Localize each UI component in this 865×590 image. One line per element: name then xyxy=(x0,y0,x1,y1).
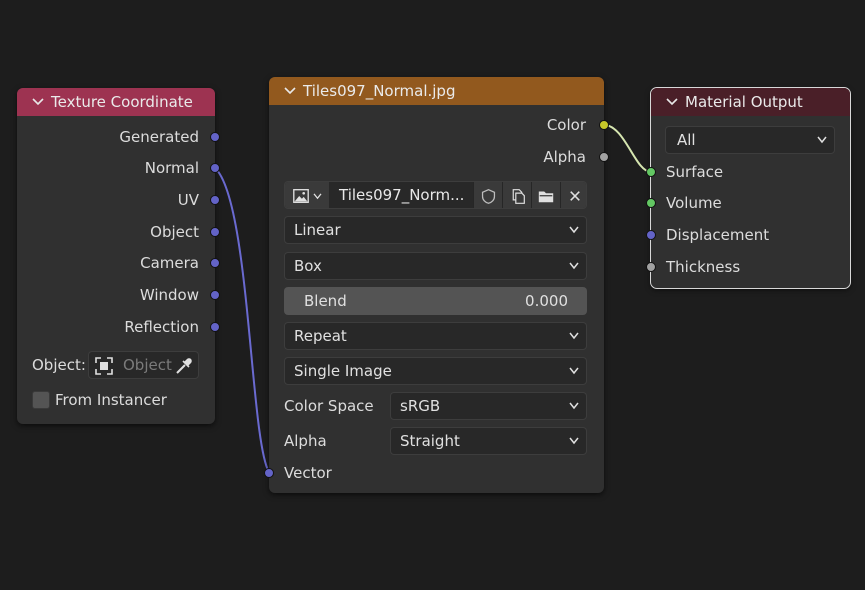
collapse-chevron-icon[interactable] xyxy=(665,97,679,107)
browse-image-button[interactable] xyxy=(285,182,329,208)
chevron-down-icon xyxy=(569,332,579,340)
link-color-to-surface xyxy=(603,124,652,173)
material-output-node[interactable]: Material Output All Surface Volume Displ… xyxy=(646,87,851,289)
texture-coordinate-header[interactable]: Texture Coordinate xyxy=(17,88,215,116)
unlink-image-button[interactable] xyxy=(560,182,586,208)
image-icon xyxy=(293,189,309,203)
output-camera-label: Camera xyxy=(140,254,199,272)
extension-value: Repeat xyxy=(294,327,347,345)
alpha-mode-label: Alpha xyxy=(284,432,327,450)
object-selector-icon xyxy=(95,357,113,375)
source-dropdown[interactable]: Single Image xyxy=(284,357,587,385)
input-surface-socket[interactable] xyxy=(646,167,656,177)
node-title: Material Output xyxy=(685,93,803,111)
output-color-socket[interactable] xyxy=(599,120,609,130)
input-displacement-label: Displacement xyxy=(666,226,770,244)
chevron-down-icon xyxy=(313,192,322,199)
image-selector[interactable]: Tiles097_Norm... xyxy=(284,181,587,209)
input-volume-socket[interactable] xyxy=(646,198,656,208)
eyedropper-icon[interactable] xyxy=(173,356,193,376)
input-thickness-socket[interactable] xyxy=(646,262,656,272)
duplicate-icon xyxy=(512,188,525,204)
output-window-label: Window xyxy=(139,286,199,304)
image-name[interactable]: Tiles097_Norm... xyxy=(339,182,464,208)
from-instancer-label: From Instancer xyxy=(55,391,167,409)
collapse-chevron-icon[interactable] xyxy=(283,86,297,96)
input-volume-label: Volume xyxy=(666,194,722,212)
source-value: Single Image xyxy=(294,362,392,380)
color-space-dropdown[interactable]: sRGB xyxy=(390,392,587,420)
color-space-value: sRGB xyxy=(400,397,441,415)
output-normal-socket[interactable] xyxy=(210,163,220,173)
folder-icon xyxy=(538,191,554,203)
render-target-dropdown[interactable]: All xyxy=(665,126,835,154)
image-texture-header[interactable]: Tiles097_Normal.jpg xyxy=(269,77,604,105)
image-texture-node[interactable]: Tiles097_Normal.jpg Color Alpha Tiles097… xyxy=(264,77,609,493)
output-reflection-socket[interactable] xyxy=(210,322,220,332)
chevron-down-icon xyxy=(817,136,827,144)
output-alpha-socket[interactable] xyxy=(599,152,609,162)
blend-value: 0.000 xyxy=(525,292,568,310)
projection-value: Box xyxy=(294,257,322,275)
chevron-down-icon xyxy=(569,262,579,270)
output-generated-socket[interactable] xyxy=(210,132,220,142)
node-title: Tiles097_Normal.jpg xyxy=(303,82,456,100)
object-field-label: Object: xyxy=(32,356,86,374)
from-instancer-checkbox[interactable] xyxy=(32,391,50,409)
blend-label: Blend xyxy=(304,292,347,310)
output-uv-socket[interactable] xyxy=(210,195,220,205)
projection-dropdown[interactable]: Box xyxy=(284,252,587,280)
chevron-down-icon xyxy=(569,226,579,234)
output-camera-socket[interactable] xyxy=(210,258,220,268)
chevron-down-icon xyxy=(569,367,579,375)
fake-user-button[interactable] xyxy=(473,182,502,208)
alpha-mode-dropdown[interactable]: Straight xyxy=(390,427,587,455)
extension-dropdown[interactable]: Repeat xyxy=(284,322,587,350)
chevron-down-icon xyxy=(569,437,579,445)
shield-icon xyxy=(481,188,495,204)
object-field[interactable]: Object xyxy=(88,351,199,379)
render-target-value: All xyxy=(677,131,696,149)
output-reflection-label: Reflection xyxy=(124,318,199,336)
output-window-socket[interactable] xyxy=(210,290,220,300)
output-generated-label: Generated xyxy=(119,128,199,146)
collapse-chevron-icon[interactable] xyxy=(31,97,45,107)
input-surface-label: Surface xyxy=(666,163,724,181)
object-field-placeholder: Object xyxy=(123,356,172,374)
input-vector-socket[interactable] xyxy=(264,468,274,478)
output-object-label: Object xyxy=(150,223,199,241)
open-image-button[interactable] xyxy=(531,182,560,208)
input-vector-label: Vector xyxy=(284,464,332,482)
color-space-label: Color Space xyxy=(284,397,374,415)
close-icon xyxy=(569,191,580,201)
interpolation-dropdown[interactable]: Linear xyxy=(284,216,587,244)
input-thickness-label: Thickness xyxy=(666,258,741,276)
output-object-socket[interactable] xyxy=(210,227,220,237)
duplicate-image-button[interactable] xyxy=(502,182,531,208)
output-color-label: Color xyxy=(546,116,586,134)
link-normal-to-vector xyxy=(214,167,270,473)
chevron-down-icon xyxy=(569,402,579,410)
interpolation-value: Linear xyxy=(294,221,341,239)
output-uv-label: UV xyxy=(177,191,199,209)
material-output-header[interactable]: Material Output xyxy=(651,88,850,116)
output-normal-label: Normal xyxy=(144,159,199,177)
blend-slider[interactable]: Blend 0.000 xyxy=(284,287,587,315)
output-alpha-label: Alpha xyxy=(543,148,586,166)
input-displacement-socket[interactable] xyxy=(646,230,656,240)
texture-coordinate-node[interactable]: Texture Coordinate Generated Normal UV O… xyxy=(17,88,220,424)
alpha-mode-value: Straight xyxy=(400,432,460,450)
node-title: Texture Coordinate xyxy=(51,93,193,111)
